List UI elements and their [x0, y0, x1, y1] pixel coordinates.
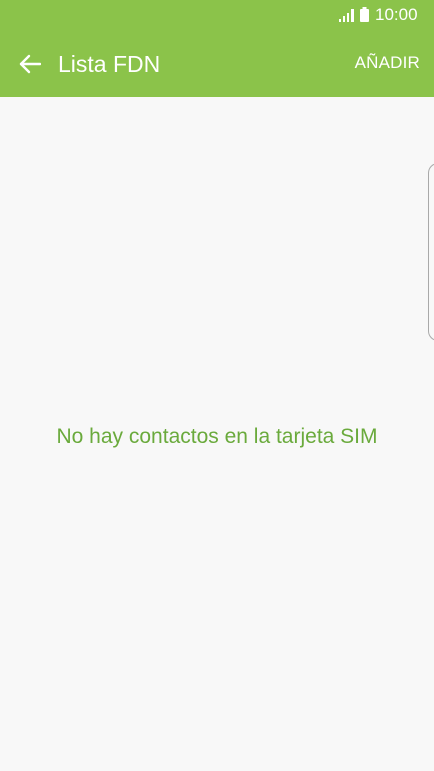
content-area: No hay contactos en la tarjeta SIM — [0, 97, 434, 771]
back-button[interactable] — [10, 44, 50, 84]
app-bar: Lista FDN AÑADIR — [0, 30, 434, 97]
battery-icon — [360, 7, 369, 22]
status-bar: 10:00 — [0, 0, 434, 30]
status-time: 10:00 — [375, 5, 418, 24]
edge-panel-handle[interactable] — [428, 163, 434, 341]
page-title: Lista FDN — [58, 51, 161, 77]
add-button[interactable]: AÑADIR — [355, 52, 420, 74]
arrow-left-icon — [19, 54, 41, 74]
signal-icon — [339, 9, 354, 22]
top-bar: 10:00 Lista FDN AÑADIR — [0, 0, 434, 97]
empty-state-message: No hay contactos en la tarjeta SIM — [56, 425, 378, 448]
